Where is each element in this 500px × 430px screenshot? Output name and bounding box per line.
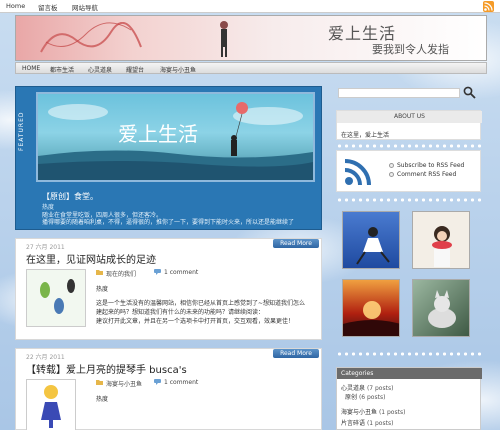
nav-item-tower[interactable]: 耀望台 [126, 65, 144, 74]
about-title: ABOUT US [337, 111, 482, 123]
about-widget: ABOUT US 在这里，爱上生活 [336, 110, 482, 140]
nav-item-home[interactable]: HOME [22, 65, 40, 72]
rss-widget: Subscribe to RSS Feed Comment RSS Feed [336, 150, 481, 192]
post-excerpt-1: 这是一个生活没有的温馨网站，相信你已经从首页上感觉到了~想知道我们怎么 [96, 300, 306, 307]
gallery-photo[interactable] [342, 211, 400, 269]
search-icon[interactable] [463, 86, 476, 99]
jumping-person-image-icon [356, 227, 390, 265]
post-title[interactable]: 【转载】爱上月亮的提琴手 busca's [26, 361, 187, 376]
category-count: (7 posts) [366, 385, 394, 392]
categories-widget: Categories 心灵道泉 (7 posts) 原创 (6 posts) 海… [336, 367, 482, 430]
featured-image-title: 爱上生活 [118, 122, 198, 146]
about-text: 在这里，爱上生活 [341, 132, 390, 139]
category-item[interactable]: 片言碎语 (1 posts) [341, 418, 393, 427]
category-count: (6 posts) [358, 394, 386, 401]
post-card: 22 六月 2011 Read More 【转载】爱上月亮的提琴手 busca'… [15, 348, 322, 430]
banner-subtitle: 要我到令人发指 [372, 43, 449, 56]
post-comments[interactable]: 1 comment [164, 379, 198, 386]
category-name[interactable]: 心灵道泉 [341, 385, 365, 392]
top-link-guestbook[interactable]: 留言板 [38, 2, 58, 12]
comment-icon [154, 379, 161, 385]
divider [336, 144, 481, 148]
cat-image-icon [428, 290, 456, 328]
bullet-icon [389, 163, 394, 168]
rss-feed-icon[interactable] [343, 157, 373, 187]
top-link-sitenav[interactable]: 网站导航 [72, 2, 98, 12]
top-bar: Home 留言板 网站导航 [0, 0, 500, 13]
post-comments[interactable]: 1 comment [164, 269, 198, 276]
category-item[interactable]: 心灵道泉 (7 posts) [341, 383, 393, 392]
post-excerpt-2: 建起来的吗？想知道我们有什么的未来的功能吗？请继续阅读： [96, 309, 265, 316]
category-name[interactable]: 海宴与小丑鱼 [341, 409, 377, 416]
category-count: (1 posts) [378, 409, 406, 416]
post-card: 27 六月 2011 Read More 在这里，见证网站成长的足迹 现在的我们… [15, 238, 322, 340]
top-link-home[interactable]: Home [6, 2, 25, 10]
post-date: 27 六月 2011 [26, 244, 65, 251]
folder-icon [96, 269, 103, 275]
post-meta: 热度 [96, 396, 109, 403]
post-category[interactable]: 现在的我们 [106, 269, 136, 278]
featured-post-title[interactable]: 【原创】食堂。 [42, 191, 98, 202]
category-count: (1 posts) [366, 420, 394, 427]
post-title[interactable]: 在这里，见证网站成长的足迹 [26, 251, 156, 266]
girl-watermelon-image-icon [432, 226, 452, 267]
bullet-icon [389, 172, 394, 177]
site-banner[interactable]: 爱上生活 要我到令人发指 [15, 15, 487, 61]
category-item[interactable]: 海宴与小丑鱼 (1 posts) [341, 407, 405, 416]
rss-icon[interactable] [483, 1, 494, 12]
main-nav: HOME 都市生活 心灵道泉 耀望台 海宴与小丑鱼 [15, 62, 487, 74]
featured-excerpt-2: 播得哪要的随着咱利桌，不得，逼得很的，推你了一下，要得到下能时火来，所以还是能继… [42, 219, 295, 226]
featured-image[interactable]: 爱上生活 [36, 92, 315, 182]
read-more-button[interactable]: Read More [273, 349, 319, 358]
subscribe-rss-link[interactable]: Subscribe to RSS Feed [397, 162, 464, 169]
search-input[interactable] [338, 88, 460, 98]
post-meta: 热度 [96, 286, 109, 293]
divider [336, 198, 481, 202]
gallery-photo[interactable] [412, 211, 470, 269]
folder-icon [96, 379, 103, 385]
divider [336, 352, 481, 356]
category-name[interactable]: 原创 [345, 394, 357, 401]
read-more-button[interactable]: Read More [273, 239, 319, 248]
figure-decoration-icon [220, 21, 228, 57]
post-date: 22 六月 2011 [26, 354, 65, 361]
category-name[interactable]: 片言碎语 [341, 420, 365, 427]
gallery-photo[interactable] [342, 279, 400, 337]
post-category[interactable]: 海宴与小丑鱼 [106, 379, 142, 388]
violin-image-icon [41, 385, 61, 428]
nav-item-clownfish[interactable]: 海宴与小丑鱼 [160, 65, 196, 74]
categories-title: Categories [337, 368, 482, 379]
featured-slider[interactable]: FEATURED 爱上生活 【原创】食堂。 热度 随业在食堂里吃饭，四周人很多，… [15, 86, 322, 230]
post-thumbnail[interactable] [26, 379, 76, 430]
swirl-decoration-icon [40, 22, 142, 53]
post-thumbnail[interactable] [26, 269, 86, 327]
gallery-photo[interactable] [412, 279, 470, 337]
post-excerpt-3: 建议打开此文章，并且在另一个选项卡中打开首页，交互观看，效果更佳！ [96, 318, 295, 325]
nav-item-city-life[interactable]: 都市生活 [50, 65, 74, 74]
comment-icon [154, 269, 161, 275]
featured-label: FEATURED [18, 111, 25, 151]
category-item[interactable]: 原创 (6 posts) [345, 392, 385, 401]
sunset-image-icon [343, 301, 399, 336]
footprints-image-icon [27, 270, 85, 326]
photo-gallery [336, 205, 481, 345]
comment-rss-link[interactable]: Comment RSS Feed [397, 171, 456, 178]
nav-item-soul[interactable]: 心灵道泉 [88, 65, 112, 74]
